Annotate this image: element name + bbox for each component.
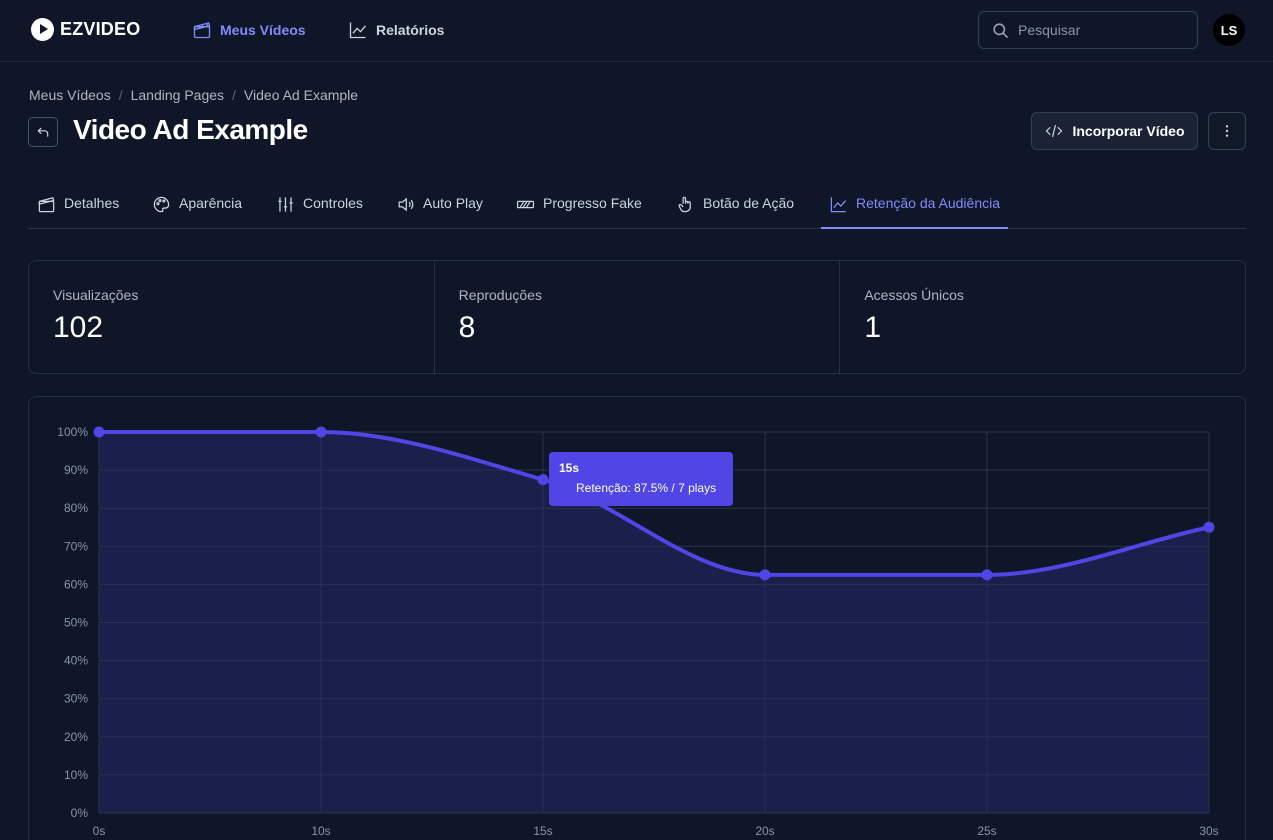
x-tick-label: 30s: [1199, 824, 1218, 838]
y-tick-label: 90%: [64, 463, 88, 477]
y-tick-label: 70%: [64, 539, 88, 553]
code-icon: [1046, 124, 1063, 138]
nav-my-videos-label: Meus Vídeos: [220, 22, 306, 38]
tab-action-button[interactable]: Botão de Ação: [676, 184, 794, 229]
stat-value: 1: [864, 311, 882, 344]
tab-appearance[interactable]: Aparência: [152, 184, 242, 229]
data-point: [981, 569, 993, 581]
user-avatar[interactable]: LS: [1213, 14, 1245, 46]
data-point: [1203, 521, 1215, 533]
tab-label: Botão de Ação: [703, 195, 795, 211]
breadcrumb-separator: /: [118, 87, 123, 103]
line-chart-icon: [349, 22, 367, 39]
breadcrumb-item[interactable]: Meus Vídeos: [29, 87, 111, 103]
y-tick-label: 50%: [64, 616, 88, 630]
tooltip-text: Retenção: 87.5% / 7 plays: [576, 481, 717, 495]
more-options-button[interactable]: [1208, 112, 1246, 150]
search-input[interactable]: [1018, 22, 1178, 38]
y-tick-label: 10%: [64, 768, 88, 782]
progress-bar-icon: [516, 200, 535, 209]
undo-arrow-icon: [37, 127, 49, 137]
x-tick-label: 25s: [977, 824, 996, 838]
y-tick-label: 80%: [64, 501, 88, 515]
pointer-hand-icon: [678, 196, 691, 213]
chart-tooltip: 15s Retenção: 87.5% / 7 plays: [549, 452, 733, 506]
data-point: [93, 426, 105, 438]
tab-label: Retenção da Audiência: [856, 195, 1000, 211]
play-logo-icon: [31, 18, 54, 41]
nav-reports-label: Relatórios: [376, 22, 445, 38]
embed-video-button[interactable]: Incorporar Vídeo: [1031, 112, 1198, 150]
y-tick-label: 30%: [64, 692, 88, 706]
breadcrumb-separator: /: [232, 87, 236, 103]
tab-label: Detalhes: [64, 195, 120, 211]
y-tick-label: 0%: [71, 806, 89, 820]
x-tick-label: 15s: [533, 824, 552, 838]
nav-my-videos[interactable]: Meus Vídeos: [192, 20, 306, 40]
stat-views: Visualizações 102: [29, 261, 435, 373]
stat-value: 102: [53, 311, 104, 344]
stat-plays: Reproduções 8: [435, 261, 841, 373]
stat-unique-visits: Acessos Únicos 1: [840, 261, 1245, 373]
volume-icon: [398, 197, 414, 212]
back-button[interactable]: [28, 117, 58, 147]
tab-label: Aparência: [179, 195, 243, 211]
breadcrumb-item-current: Video Ad Example: [243, 87, 359, 103]
data-point: [315, 426, 327, 438]
tab-label: Progresso Fake: [543, 195, 642, 211]
data-point: [759, 569, 771, 581]
y-tick-label: 60%: [64, 577, 88, 591]
clapperboard-icon: [38, 196, 55, 213]
search-box[interactable]: [978, 11, 1198, 49]
breadcrumb-item[interactable]: Landing Pages: [131, 87, 224, 103]
stats-panel: Visualizações 102 Reproduções 8 Acessos …: [28, 260, 1246, 374]
y-tick-label: 40%: [64, 654, 88, 668]
logo[interactable]: EZVIDEO: [31, 18, 140, 41]
logo-text: EZVIDEO: [60, 19, 141, 39]
clapperboard-icon: [193, 22, 211, 39]
data-point: [537, 474, 549, 486]
tab-details[interactable]: Detalhes: [37, 184, 119, 229]
breadcrumb: Meus Vídeos / Landing Pages / Video Ad E…: [29, 87, 358, 103]
x-tick-label: 0s: [93, 824, 106, 838]
y-tick-label: 100%: [57, 425, 88, 439]
top-navbar: EZVIDEO Meus Vídeos Relatórios LS: [0, 0, 1273, 62]
stat-value: 8: [458, 311, 476, 344]
y-tick-label: 20%: [64, 730, 88, 744]
tab-fake-progress[interactable]: Progresso Fake: [516, 184, 642, 229]
sliders-icon: [278, 197, 293, 212]
x-tick-label: 10s: [311, 824, 330, 838]
stat-label: Visualizações: [53, 287, 139, 303]
palette-icon: [153, 196, 170, 213]
tab-label: Controles: [303, 195, 363, 211]
tab-bar: Detalhes Aparência Controles Auto Play P…: [28, 184, 1246, 229]
embed-video-label: Incorporar Vídeo: [1072, 123, 1185, 139]
tab-controls[interactable]: Controles: [276, 184, 363, 229]
search-icon: [993, 22, 1009, 38]
tooltip-title: 15s: [559, 461, 580, 475]
stat-label: Acessos Únicos: [864, 287, 964, 303]
line-chart-icon: [830, 197, 847, 213]
tab-label: Auto Play: [423, 195, 483, 211]
nav-reports[interactable]: Relatórios: [348, 20, 444, 40]
stat-label: Reproduções: [458, 287, 542, 303]
tab-autoplay[interactable]: Auto Play: [396, 184, 483, 229]
vertical-dots-icon: [1225, 125, 1229, 137]
tab-audience-retention[interactable]: Retenção da Audiência: [821, 184, 1008, 229]
page-title: Video Ad Example: [73, 114, 308, 145]
x-tick-label: 20s: [755, 824, 774, 838]
